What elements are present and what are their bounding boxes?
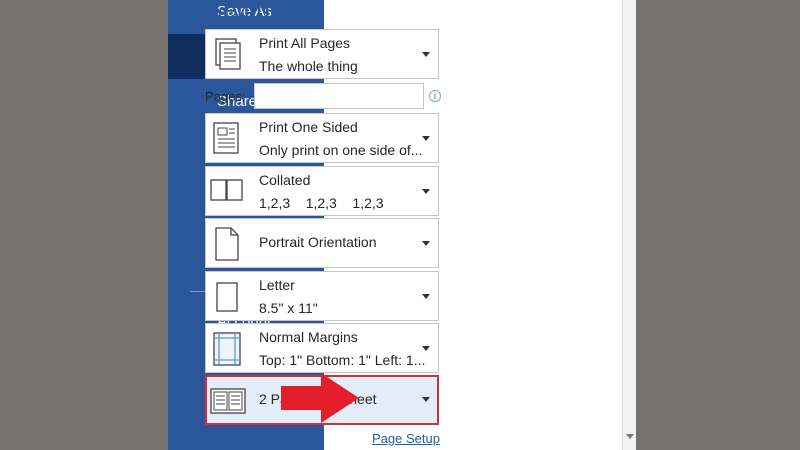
paper-size-dropdown[interactable]: Letter 8.5" x 11" bbox=[205, 271, 439, 321]
one-sided-page-icon bbox=[213, 122, 239, 154]
red-arrow-annotation-icon bbox=[281, 373, 359, 423]
settings-title: Settings bbox=[206, 0, 297, 24]
sides-label: Print One Sided bbox=[259, 119, 358, 135]
orientation-dropdown[interactable]: Portrait Orientation bbox=[205, 218, 439, 268]
margins-description: Top: 1" Bottom: 1" Left: 1... bbox=[259, 352, 426, 368]
scroll-down-arrow-icon[interactable] bbox=[626, 434, 634, 439]
collated-icon bbox=[210, 179, 243, 201]
portrait-page-icon bbox=[215, 227, 239, 261]
chevron-down-icon bbox=[422, 241, 430, 246]
page-setup-link[interactable]: Page Setup bbox=[372, 431, 440, 446]
print-range-dropdown[interactable]: Print All Pages The whole thing bbox=[205, 29, 439, 79]
chevron-down-icon bbox=[422, 136, 430, 141]
sides-dropdown[interactable]: Print One Sided Only print on one side o… bbox=[205, 113, 439, 163]
orientation-label: Portrait Orientation bbox=[259, 234, 377, 250]
letter-paper-icon bbox=[216, 282, 238, 312]
pages-label: Pages: bbox=[205, 89, 246, 104]
margins-dropdown[interactable]: Normal Margins Top: 1" Bottom: 1" Left: … bbox=[205, 323, 439, 373]
collation-dropdown[interactable]: Collated 1,2,3 1,2,3 1,2,3 bbox=[205, 166, 439, 216]
collation-label: Collated bbox=[259, 172, 311, 188]
two-pages-per-sheet-icon bbox=[210, 388, 246, 414]
chevron-down-icon bbox=[422, 189, 430, 194]
margins-label: Normal Margins bbox=[259, 329, 358, 345]
scrollbar[interactable] bbox=[622, 0, 636, 450]
chevron-down-icon bbox=[422, 52, 430, 57]
sides-description: Only print on one side of... bbox=[259, 142, 423, 158]
paper-size-description: 8.5" x 11" bbox=[259, 300, 318, 316]
collation-description: 1,2,3 1,2,3 1,2,3 bbox=[259, 195, 384, 211]
document-pages-icon bbox=[215, 38, 241, 70]
print-range-label: Print All Pages bbox=[259, 35, 351, 51]
pages-input[interactable] bbox=[254, 83, 424, 109]
chevron-down-icon bbox=[422, 397, 430, 402]
info-icon[interactable]: i bbox=[429, 90, 441, 102]
chevron-down-icon bbox=[422, 294, 430, 299]
margins-icon bbox=[213, 332, 241, 366]
paper-size-label: Letter bbox=[259, 277, 295, 293]
print-range-description: The whole thing bbox=[259, 58, 358, 74]
chevron-down-icon bbox=[422, 346, 430, 351]
